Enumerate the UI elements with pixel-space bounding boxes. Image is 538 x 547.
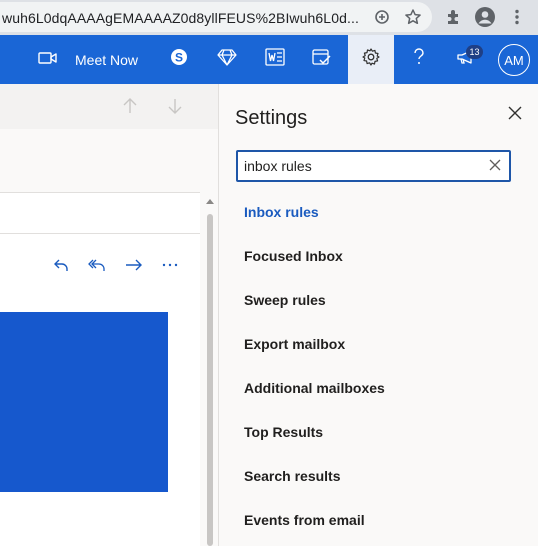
premium-button[interactable] [206, 35, 248, 84]
settings-search-box[interactable] [236, 150, 511, 182]
notification-badge: 13 [466, 45, 483, 59]
skype-icon: S [170, 48, 188, 71]
meet-now-button[interactable]: Meet Now [38, 35, 138, 84]
result-focused-inbox[interactable]: Focused Inbox [244, 248, 343, 264]
message-image [0, 312, 168, 492]
star-icon[interactable] [401, 5, 425, 29]
word-icon [265, 48, 285, 71]
address-bar[interactable]: wuh6L0dqAAAAgEMAAAAZ0d8yllFEUS%2BIwuh6L0… [0, 2, 432, 32]
result-search-results[interactable]: Search results [244, 468, 341, 484]
add-circle-icon[interactable] [370, 5, 394, 29]
office-button[interactable] [254, 35, 296, 84]
more-actions-icon[interactable] [160, 255, 180, 275]
help-button[interactable] [398, 35, 440, 84]
result-sweep-rules[interactable]: Sweep rules [244, 292, 326, 308]
extensions-icon[interactable] [442, 5, 466, 29]
result-events-from-email[interactable]: Events from email [244, 512, 365, 528]
reply-all-icon[interactable] [88, 255, 108, 275]
todo-button[interactable] [301, 35, 343, 84]
avatar[interactable]: AM [498, 44, 530, 76]
settings-title: Settings [235, 107, 308, 129]
settings-button[interactable] [348, 35, 394, 84]
result-inbox-rules[interactable]: Inbox rules [244, 204, 319, 220]
close-icon [508, 106, 522, 125]
url-text: wuh6L0dqAAAAgEMAAAAZ0d8yllFEUS%2BIwuh6L0… [2, 10, 359, 26]
divider [0, 233, 200, 234]
kebab-menu-icon[interactable] [505, 5, 529, 29]
result-export-mailbox[interactable]: Export mailbox [244, 336, 345, 352]
video-camera-icon [38, 51, 58, 68]
clear-search-icon[interactable] [487, 157, 503, 173]
arrow-up-icon[interactable] [120, 96, 140, 116]
result-additional-mailboxes[interactable]: Additional mailboxes [244, 380, 385, 396]
arrow-down-icon[interactable] [165, 96, 185, 116]
settings-search-input[interactable] [244, 155, 474, 177]
svg-text:S: S [175, 51, 183, 65]
close-settings-button[interactable] [502, 102, 528, 128]
scroll-up-arrow-icon[interactable] [206, 199, 214, 204]
skype-button[interactable]: S [158, 35, 200, 84]
reply-icon[interactable] [52, 255, 72, 275]
diamond-icon [217, 48, 237, 71]
question-icon [411, 47, 427, 72]
profile-icon[interactable] [473, 5, 497, 29]
meet-now-label: Meet Now [75, 51, 139, 68]
gear-icon [361, 47, 381, 72]
whats-new-button[interactable] [446, 35, 488, 84]
calendar-check-icon [312, 48, 332, 71]
result-top-results[interactable]: Top Results [244, 424, 323, 440]
reading-pane-toolbar [0, 84, 219, 129]
scrollbar-thumb[interactable] [207, 214, 213, 546]
forward-icon[interactable] [124, 255, 144, 275]
